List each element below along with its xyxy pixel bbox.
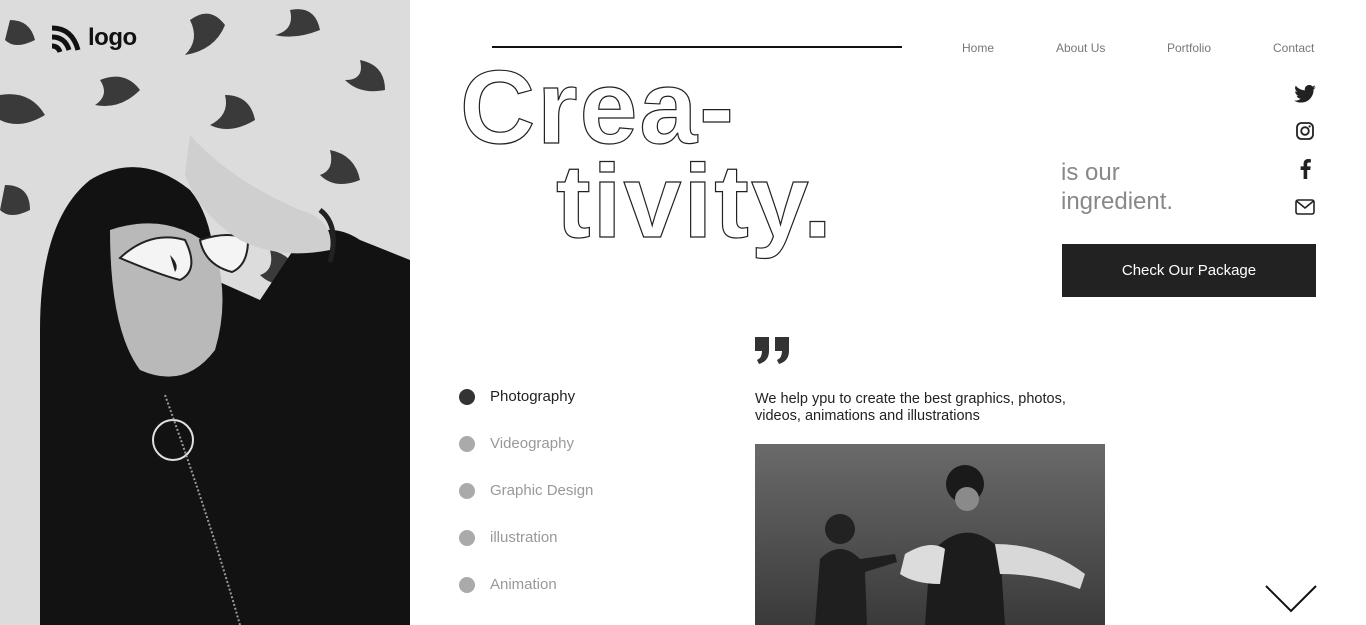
headline-line-2: tivity. bbox=[555, 144, 834, 260]
service-item-videography[interactable]: Videography bbox=[459, 435, 679, 452]
twitter-icon[interactable] bbox=[1293, 82, 1317, 106]
logo-icon bbox=[51, 25, 81, 53]
nav-item-portfolio[interactable]: Portfolio bbox=[1167, 41, 1211, 55]
logo[interactable]: logo bbox=[50, 22, 137, 54]
quote-text: We help ypu to create the best graphics,… bbox=[755, 391, 1066, 424]
bullet-icon bbox=[459, 529, 475, 546]
tagline: is our ingredient. bbox=[1061, 158, 1173, 216]
logo-text: logo bbox=[88, 24, 137, 51]
nav-item-about-us[interactable]: About Us bbox=[1056, 41, 1105, 55]
check-package-button[interactable]: Check Our Package bbox=[1062, 244, 1316, 297]
service-label: Animation bbox=[490, 576, 557, 593]
mail-icon[interactable] bbox=[1293, 195, 1317, 219]
service-label: Graphic Design bbox=[490, 482, 594, 499]
service-item-illustration[interactable]: illustration bbox=[459, 529, 679, 546]
nav-item-home[interactable]: Home bbox=[962, 41, 994, 55]
service-item-graphic-design[interactable]: Graphic Design bbox=[459, 482, 679, 499]
feature-photo bbox=[755, 444, 1105, 625]
top-divider bbox=[492, 46, 902, 48]
bullet-icon bbox=[459, 482, 475, 499]
dancers-photo bbox=[755, 444, 1105, 625]
tagline-line-2: ingredient. bbox=[1061, 188, 1174, 215]
bullet-icon bbox=[459, 576, 475, 593]
service-item-animation[interactable]: Animation bbox=[459, 576, 679, 593]
bullet-icon bbox=[459, 435, 475, 452]
scroll-down-chevron-icon[interactable] bbox=[1265, 584, 1317, 614]
service-label: Photography bbox=[490, 388, 576, 405]
hero-photo-illustration bbox=[0, 0, 410, 625]
instagram-icon[interactable] bbox=[1293, 119, 1317, 143]
hero-photo: logo bbox=[0, 0, 410, 625]
nav-item-contact[interactable]: Contact bbox=[1273, 41, 1314, 55]
service-label: illustration bbox=[490, 529, 558, 546]
tagline-line-1: is our bbox=[1061, 159, 1120, 186]
service-item-photography[interactable]: Photography bbox=[459, 388, 679, 405]
main-nav: Home About Us Portfolio Contact bbox=[962, 41, 1316, 57]
facebook-icon[interactable] bbox=[1293, 157, 1317, 181]
quote-icon bbox=[753, 335, 791, 370]
service-label: Videography bbox=[490, 435, 574, 452]
bullet-icon bbox=[459, 388, 475, 405]
